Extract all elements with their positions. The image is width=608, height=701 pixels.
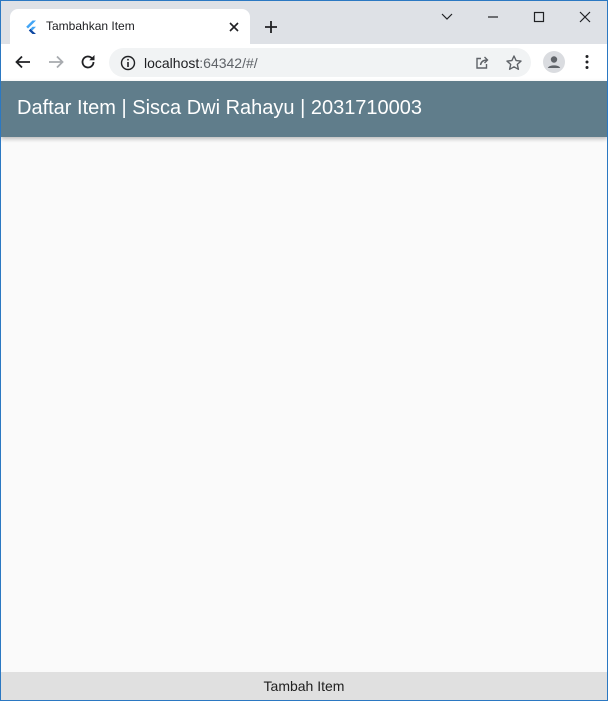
minimize-icon[interactable]: [483, 7, 503, 27]
arrow-right-icon[interactable]: [46, 52, 66, 72]
add-item-button[interactable]: Tambah Item: [1, 672, 607, 700]
app-bar: Daftar Item | Sisca Dwi Rahayu | 2031710…: [1, 81, 607, 137]
maximize-icon[interactable]: [529, 7, 549, 27]
close-icon[interactable]: [226, 19, 242, 35]
address-bar[interactable]: localhost:64342/#/: [109, 48, 531, 77]
close-window-icon[interactable]: [575, 7, 595, 27]
chevron-down-icon[interactable]: [437, 7, 457, 27]
star-icon[interactable]: [504, 53, 524, 73]
flutter-icon: [24, 20, 38, 34]
url-path: :64342/#/: [199, 55, 258, 71]
new-tab-icon[interactable]: [262, 18, 280, 36]
url-text[interactable]: localhost:64342/#/: [144, 55, 258, 71]
tab-active[interactable]: Tambahkan Item: [10, 9, 250, 44]
arrow-left-icon[interactable]: [13, 52, 33, 72]
page-title: Daftar Item | Sisca Dwi Rahayu | 2031710…: [17, 97, 423, 119]
tab-strip: Tambahkan Item: [1, 1, 607, 44]
browser-toolbar: localhost:64342/#/: [1, 44, 607, 81]
app-viewport: Daftar Item | Sisca Dwi Rahayu | 2031710…: [1, 81, 607, 700]
browser-window: Tambahkan Item localhost:64342/#/ Daftar…: [0, 0, 608, 701]
share-icon[interactable]: [472, 53, 492, 73]
info-icon[interactable]: [118, 53, 138, 73]
more-vert-icon[interactable]: [577, 52, 597, 72]
account-icon[interactable]: [543, 51, 565, 73]
url-host: localhost: [144, 55, 200, 71]
reload-icon[interactable]: [78, 52, 98, 72]
tab-title: Tambahkan Item: [46, 19, 135, 33]
